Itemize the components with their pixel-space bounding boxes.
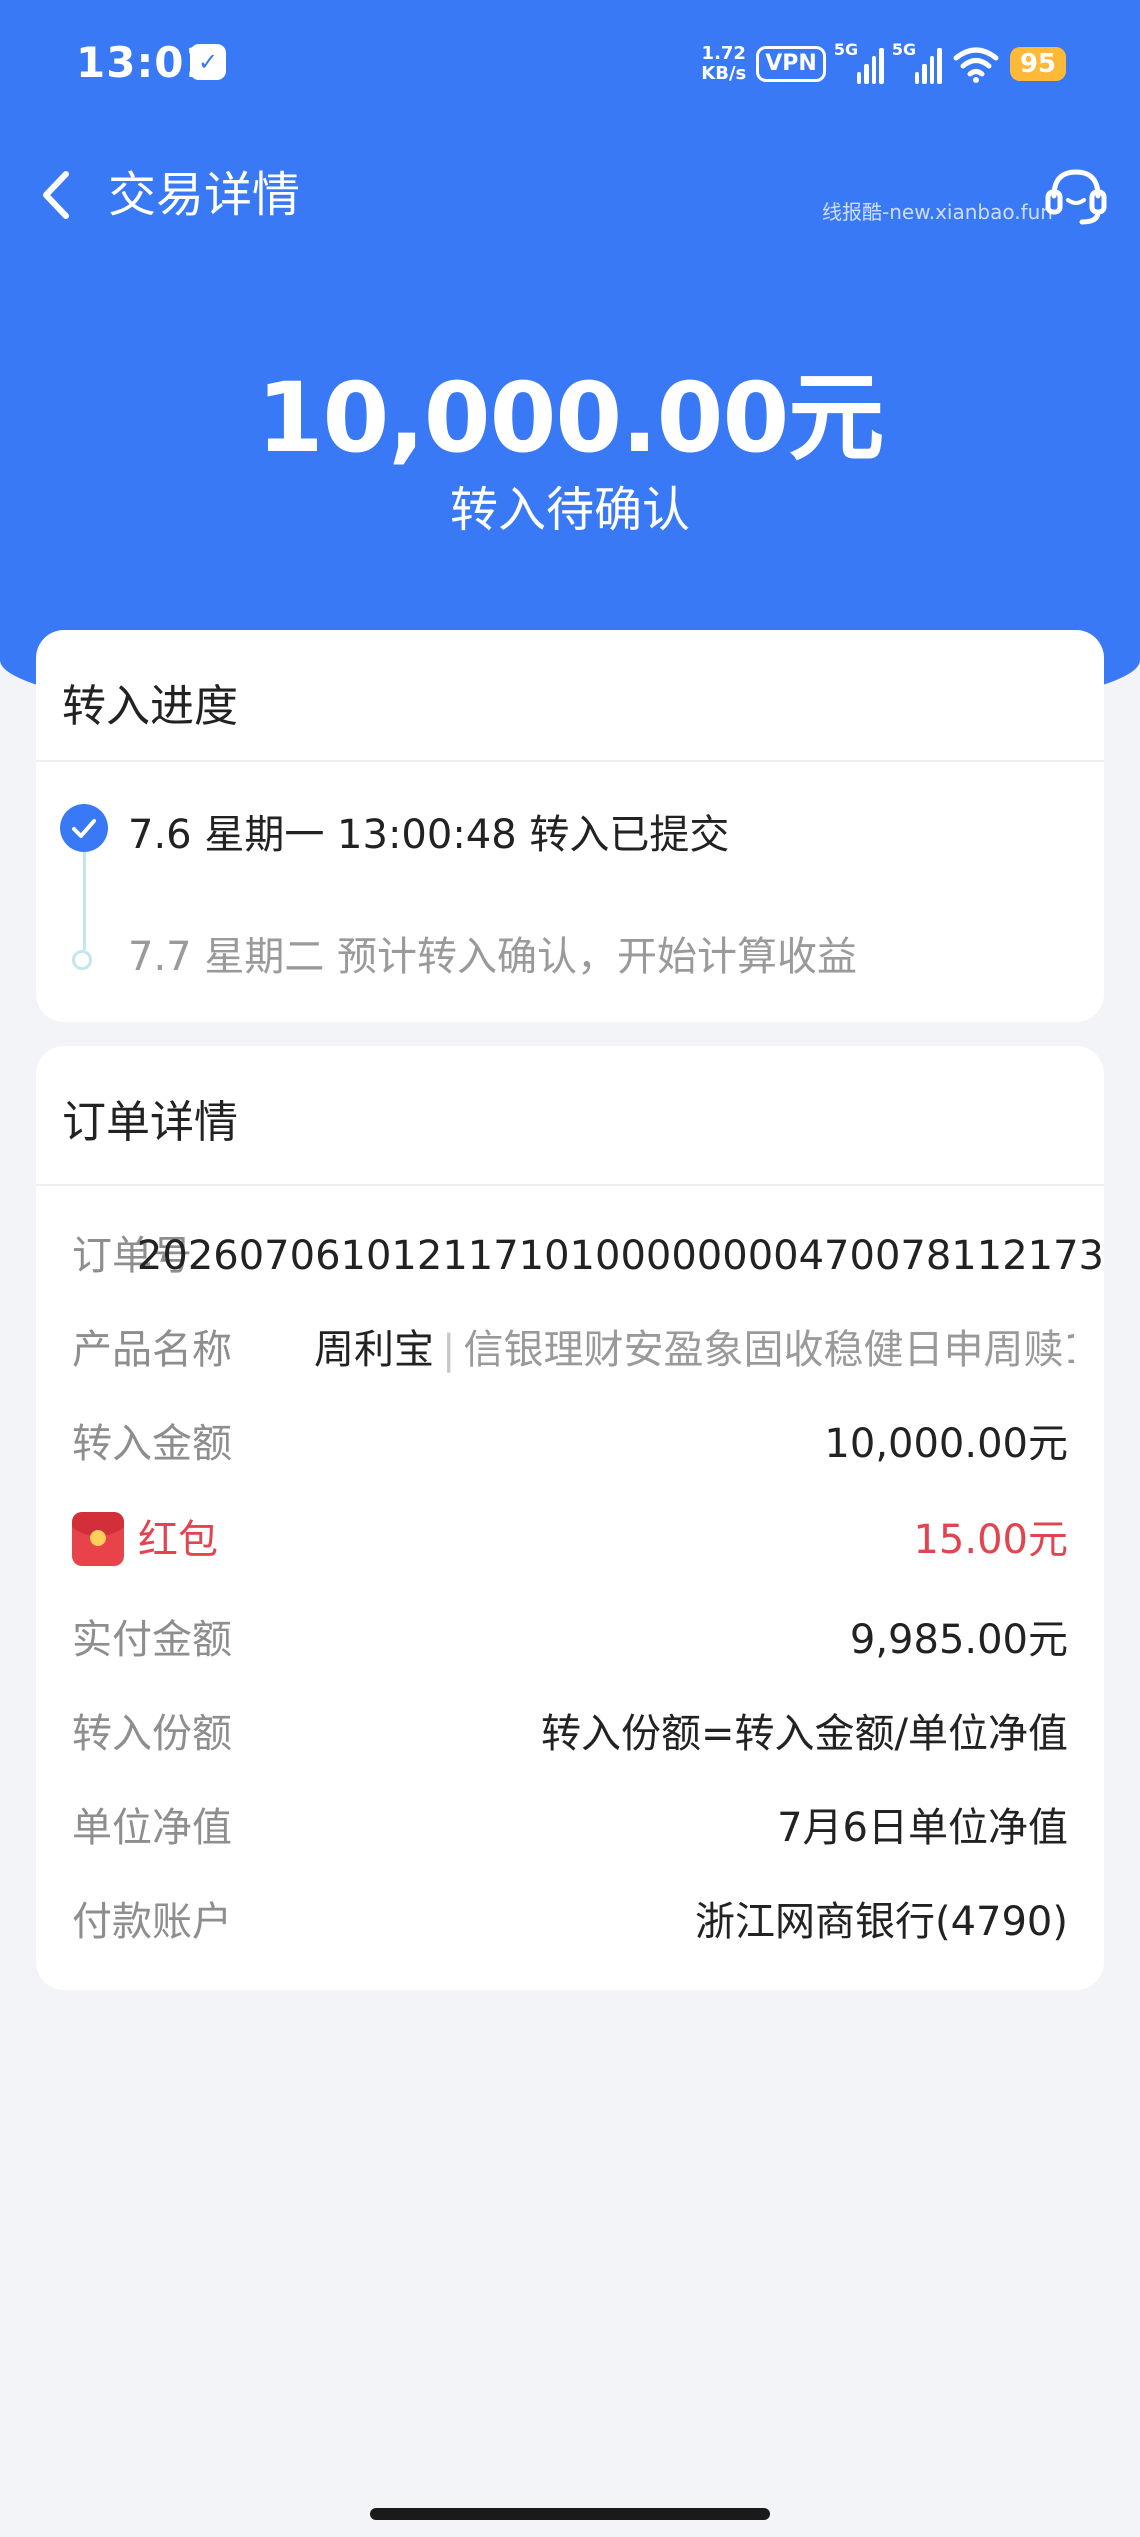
vpn-icon: VPN [756, 46, 826, 82]
red-packet-label: 红包 [138, 1517, 218, 1563]
back-arrow-icon[interactable] [32, 160, 82, 230]
progress-card: 转入进度 7.6 星期一 13:00:48 转入已提交 7.7 星期二 预计转入… [36, 630, 1104, 1022]
signal-icon: 5G [834, 40, 884, 84]
status-bar: 13:01 ✓ 1.72 KB/s VPN 5G 5G 95 [0, 0, 1140, 130]
wifi-icon [953, 47, 999, 83]
transfer-amount-value: 10,000.00元 [824, 1421, 1068, 1467]
customer-service-icon[interactable] [1040, 160, 1112, 232]
nav-value-row: 单位净值 7月6日单位净值 [72, 1796, 1104, 1860]
payment-account-row: 付款账户 浙江网商银行(4790) [72, 1890, 1104, 1954]
battery-indicator: 95 [1009, 47, 1066, 81]
divider [36, 760, 1104, 762]
shares-row: 转入份额 转入份额=转入金额/单位净值 [72, 1702, 1104, 1766]
order-details-card: 订单详情 订单号 2026070610121171010000000047007… [36, 1046, 1104, 1990]
shares-value: 转入份额=转入金额/单位净值 [541, 1711, 1068, 1757]
step-connector [83, 852, 86, 950]
payment-account-value: 浙江网商银行(4790) [694, 1899, 1068, 1945]
transfer-amount-row: 转入金额 10,000.00元 [72, 1412, 1104, 1476]
step-submitted: 7.6 星期一 13:00:48 转入已提交 [128, 812, 730, 858]
page-title: 交易详情 [108, 167, 301, 223]
divider [36, 1184, 1104, 1186]
product-separator: | [442, 1327, 456, 1373]
transfer-amount-label: 转入金额 [72, 1421, 232, 1467]
paid-amount-value: 9,985.00元 [849, 1617, 1068, 1663]
product-label: 产品名称 [72, 1327, 232, 1373]
product-description: 信银理财安盈象固收稳健日申周赎1号… [463, 1327, 1074, 1373]
transaction-amount: 10,000.00元 [256, 362, 885, 474]
product-value: 周利宝|信银理财安盈象固收稳健日申周赎1号… [314, 1318, 1074, 1382]
network-speed: 1.72 KB/s [701, 43, 747, 84]
paid-amount-row: 实付金额 9,985.00元 [72, 1608, 1104, 1672]
nav-value-label: 单位净值 [72, 1805, 232, 1851]
watermark: 线报酷-new.xianbao.fun [822, 200, 1053, 224]
signal-icon-2: 5G [892, 40, 942, 84]
shares-label: 转入份额 [72, 1711, 232, 1757]
product-name: 周利宝 [314, 1327, 434, 1373]
status-icons: 1.72 KB/s VPN 5G 5G 95 [701, 36, 1066, 92]
order-title: 订单详情 [62, 1097, 238, 1148]
progress-title: 转入进度 [62, 681, 238, 732]
red-packet-row: 红包 15.00元 [72, 1508, 1104, 1572]
notification-app-icon: ✓ [190, 44, 226, 80]
order-number-row: 订单号 202607061012117101000000004700781121… [72, 1224, 1104, 1288]
transaction-status: 转入待确认 [449, 482, 690, 538]
red-packet-icon [72, 1512, 124, 1566]
payment-account-label: 付款账户 [72, 1899, 232, 1945]
home-indicator[interactable] [370, 2508, 770, 2520]
paid-amount-label: 实付金额 [72, 1617, 232, 1663]
step-expected-confirm: 7.7 星期二 预计转入确认，开始计算收益 [128, 934, 858, 980]
product-row[interactable]: 产品名称 周利宝|信银理财安盈象固收稳健日申周赎1号… [72, 1318, 1104, 1382]
step-pending-icon [72, 950, 92, 970]
step-done-icon [60, 804, 108, 852]
order-number-value: 20260706101211710100000000470078112173 [136, 1233, 1104, 1279]
red-packet-value: 15.00元 [913, 1517, 1068, 1563]
nav-value: 7月6日单位净值 [777, 1805, 1068, 1851]
